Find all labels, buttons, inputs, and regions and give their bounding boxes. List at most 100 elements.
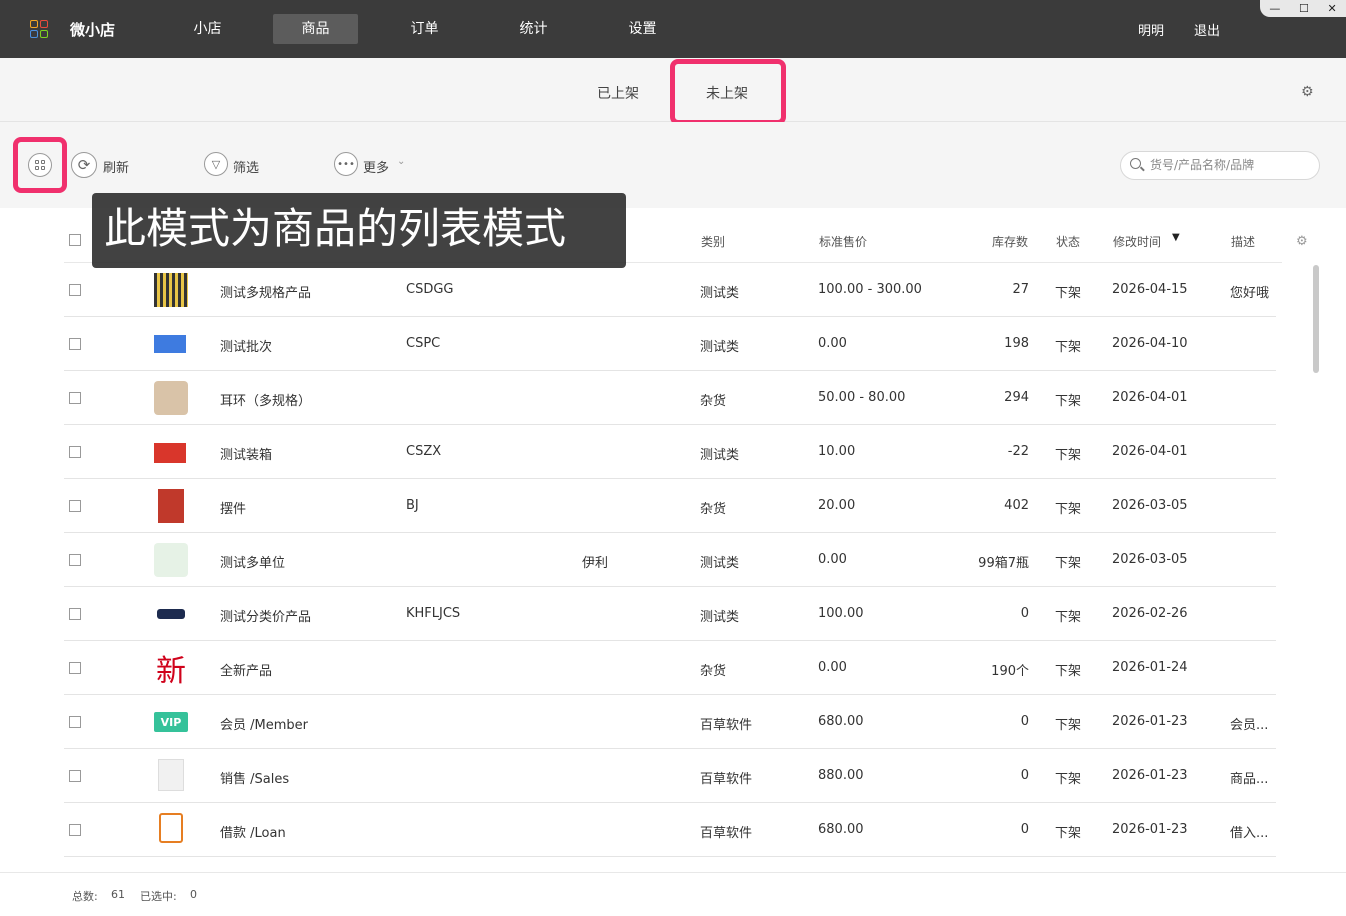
product-price: 20.00 [818,498,856,513]
row-checkbox[interactable] [69,608,81,620]
product-name[interactable]: 测试分类价产品 [220,606,311,625]
row-checkbox[interactable] [69,662,81,674]
table-row[interactable]: 摆件 BJ 杂货 20.00 402 下架 2026-03-05 [64,479,1276,533]
product-name[interactable]: 摆件 [220,498,246,517]
product-thumbnail[interactable] [154,381,188,415]
table-row[interactable]: 耳环（多规格） 杂货 50.00 - 80.00 294 下架 2026-04-01 [64,371,1276,425]
product-desc: 借入... [1230,826,1269,841]
product-name[interactable]: 耳环（多规格） [220,390,311,409]
product-name[interactable]: 销售 /Sales [220,768,289,787]
product-name[interactable]: 测试多单位 [220,552,285,571]
table-row[interactable]: 测试多单位 伊利 测试类 0.00 99箱7瓶 下架 2026-03-05 [64,533,1276,587]
nav-settings[interactable]: 设置 [600,14,685,44]
row-checkbox[interactable] [69,554,81,566]
select-all-checkbox[interactable] [69,234,81,246]
refresh-icon[interactable]: ⟳ [71,152,97,178]
filter-button[interactable]: 筛选 [233,157,259,176]
column-stock[interactable]: 库存数 [992,233,1028,250]
product-thumbnail[interactable] [159,813,183,843]
logout-link[interactable]: 退出 [1194,20,1220,39]
chevron-down-icon[interactable]: ⌄ [397,156,405,167]
row-checkbox[interactable] [69,446,81,458]
search-input[interactable] [1150,158,1310,172]
product-thumbnail[interactable]: VIP [154,712,188,732]
vip-text: VIP [160,715,182,729]
search-box[interactable] [1120,151,1320,180]
product-thumbnail[interactable]: 新 [154,651,188,689]
table-footer: 总数: 61 已选中: 0 [0,872,1346,916]
listing-status-tabs: 已上架 未上架 [0,58,1346,125]
selected-count: 0 [190,888,197,901]
app-title: 微小店 [70,21,116,39]
nav-products[interactable]: 商品 [273,14,358,44]
product-stock: 0 [1020,714,1029,729]
product-thumbnail[interactable] [154,335,186,353]
product-modified-date: 2026-01-23 [1112,822,1188,837]
nav-orders[interactable]: 订单 [382,14,467,44]
product-price: 0.00 [818,336,847,351]
product-name[interactable]: 测试多规格产品 [220,282,311,301]
product-name[interactable]: 借款 /Loan [220,822,286,841]
product-code: CSZX [406,444,442,459]
column-settings-gear-icon[interactable]: ⚙ [1296,234,1308,249]
column-price[interactable]: 标准售价 [819,233,867,250]
row-checkbox[interactable] [69,338,81,350]
row-checkbox[interactable] [69,716,81,728]
column-desc[interactable]: 描述 [1231,233,1255,250]
product-thumbnail[interactable] [157,609,185,619]
product-modified-date: 2026-01-23 [1112,768,1188,783]
product-category: 百草软件 [700,718,753,733]
gear-icon[interactable]: ⚙ [1301,84,1314,100]
table-row[interactable]: 借款 /Loan 百草软件 680.00 0 下架 2026-01-23 借入... [64,803,1276,857]
nav-shop[interactable]: 小店 [165,14,250,44]
table-row[interactable]: 销售 /Sales 百草软件 880.00 0 下架 2026-01-23 商品... [64,749,1276,803]
close-icon[interactable]: ✕ [1327,2,1336,15]
tab-listed[interactable]: 已上架 [597,83,639,103]
product-stock: 0 [1020,606,1029,621]
app-logo-icon [30,20,48,38]
table-row[interactable]: 测试批次 CSPC 测试类 0.00 198 下架 2026-04-10 [64,317,1276,371]
product-category: 杂货 [700,664,727,679]
filter-icon[interactable]: ▽ [204,152,228,176]
product-name[interactable]: 测试装箱 [220,444,272,463]
minimize-icon[interactable]: — [1269,2,1280,15]
sort-desc-icon[interactable]: ▼ [1172,232,1180,243]
product-thumbnail[interactable] [154,543,188,577]
product-category: 杂货 [700,394,727,409]
product-code: CSDGG [406,282,454,297]
nav-statistics[interactable]: 统计 [491,14,576,44]
total-count: 61 [111,888,125,901]
maximize-icon[interactable]: ☐ [1299,2,1309,15]
product-category: 测试类 [700,556,740,571]
table-row[interactable]: 测试装箱 CSZX 测试类 10.00 -22 下架 2026-04-01 [64,425,1276,479]
product-desc: 商品... [1230,772,1269,787]
product-thumbnail[interactable] [158,759,184,791]
product-name[interactable]: 测试批次 [220,336,272,355]
product-name[interactable]: 会员 /Member [220,714,308,733]
table-row[interactable]: VIP 会员 /Member 百草软件 680.00 0 下架 2026-01-23 会员..… [64,695,1276,749]
product-thumbnail[interactable] [158,489,184,523]
row-checkbox[interactable] [69,284,81,296]
row-checkbox[interactable] [69,392,81,404]
more-icon[interactable]: ••• [334,152,358,176]
product-price: 50.00 - 80.00 [818,390,906,405]
row-checkbox[interactable] [69,770,81,782]
column-category[interactable]: 类别 [701,233,725,250]
total-label: 总数: [72,890,98,903]
column-status[interactable]: 状态 [1056,233,1080,250]
table-row[interactable]: 测试多规格产品 CSDGG 测试类 100.00 - 300.00 27 下架 2026-0… [64,263,1276,317]
more-button[interactable]: 更多 [363,157,389,176]
row-checkbox[interactable] [69,500,81,512]
product-status: 下架 [1055,664,1082,679]
column-modified[interactable]: 修改时间 [1113,233,1161,250]
product-thumbnail[interactable] [154,273,188,307]
refresh-button[interactable]: 刷新 [103,157,129,176]
product-thumbnail[interactable] [154,443,186,463]
table-row[interactable]: 新 全新产品 杂货 0.00 190个 下架 2026-01-24 [64,641,1276,695]
scrollbar[interactable] [1313,265,1319,373]
user-name[interactable]: 明明 [1138,20,1164,39]
table-row[interactable]: 测试分类价产品 KHFLJCS 测试类 100.00 0 下架 2026-02-26 [64,587,1276,641]
product-modified-date: 2026-04-15 [1112,282,1188,297]
row-checkbox[interactable] [69,824,81,836]
product-name[interactable]: 全新产品 [220,660,272,679]
